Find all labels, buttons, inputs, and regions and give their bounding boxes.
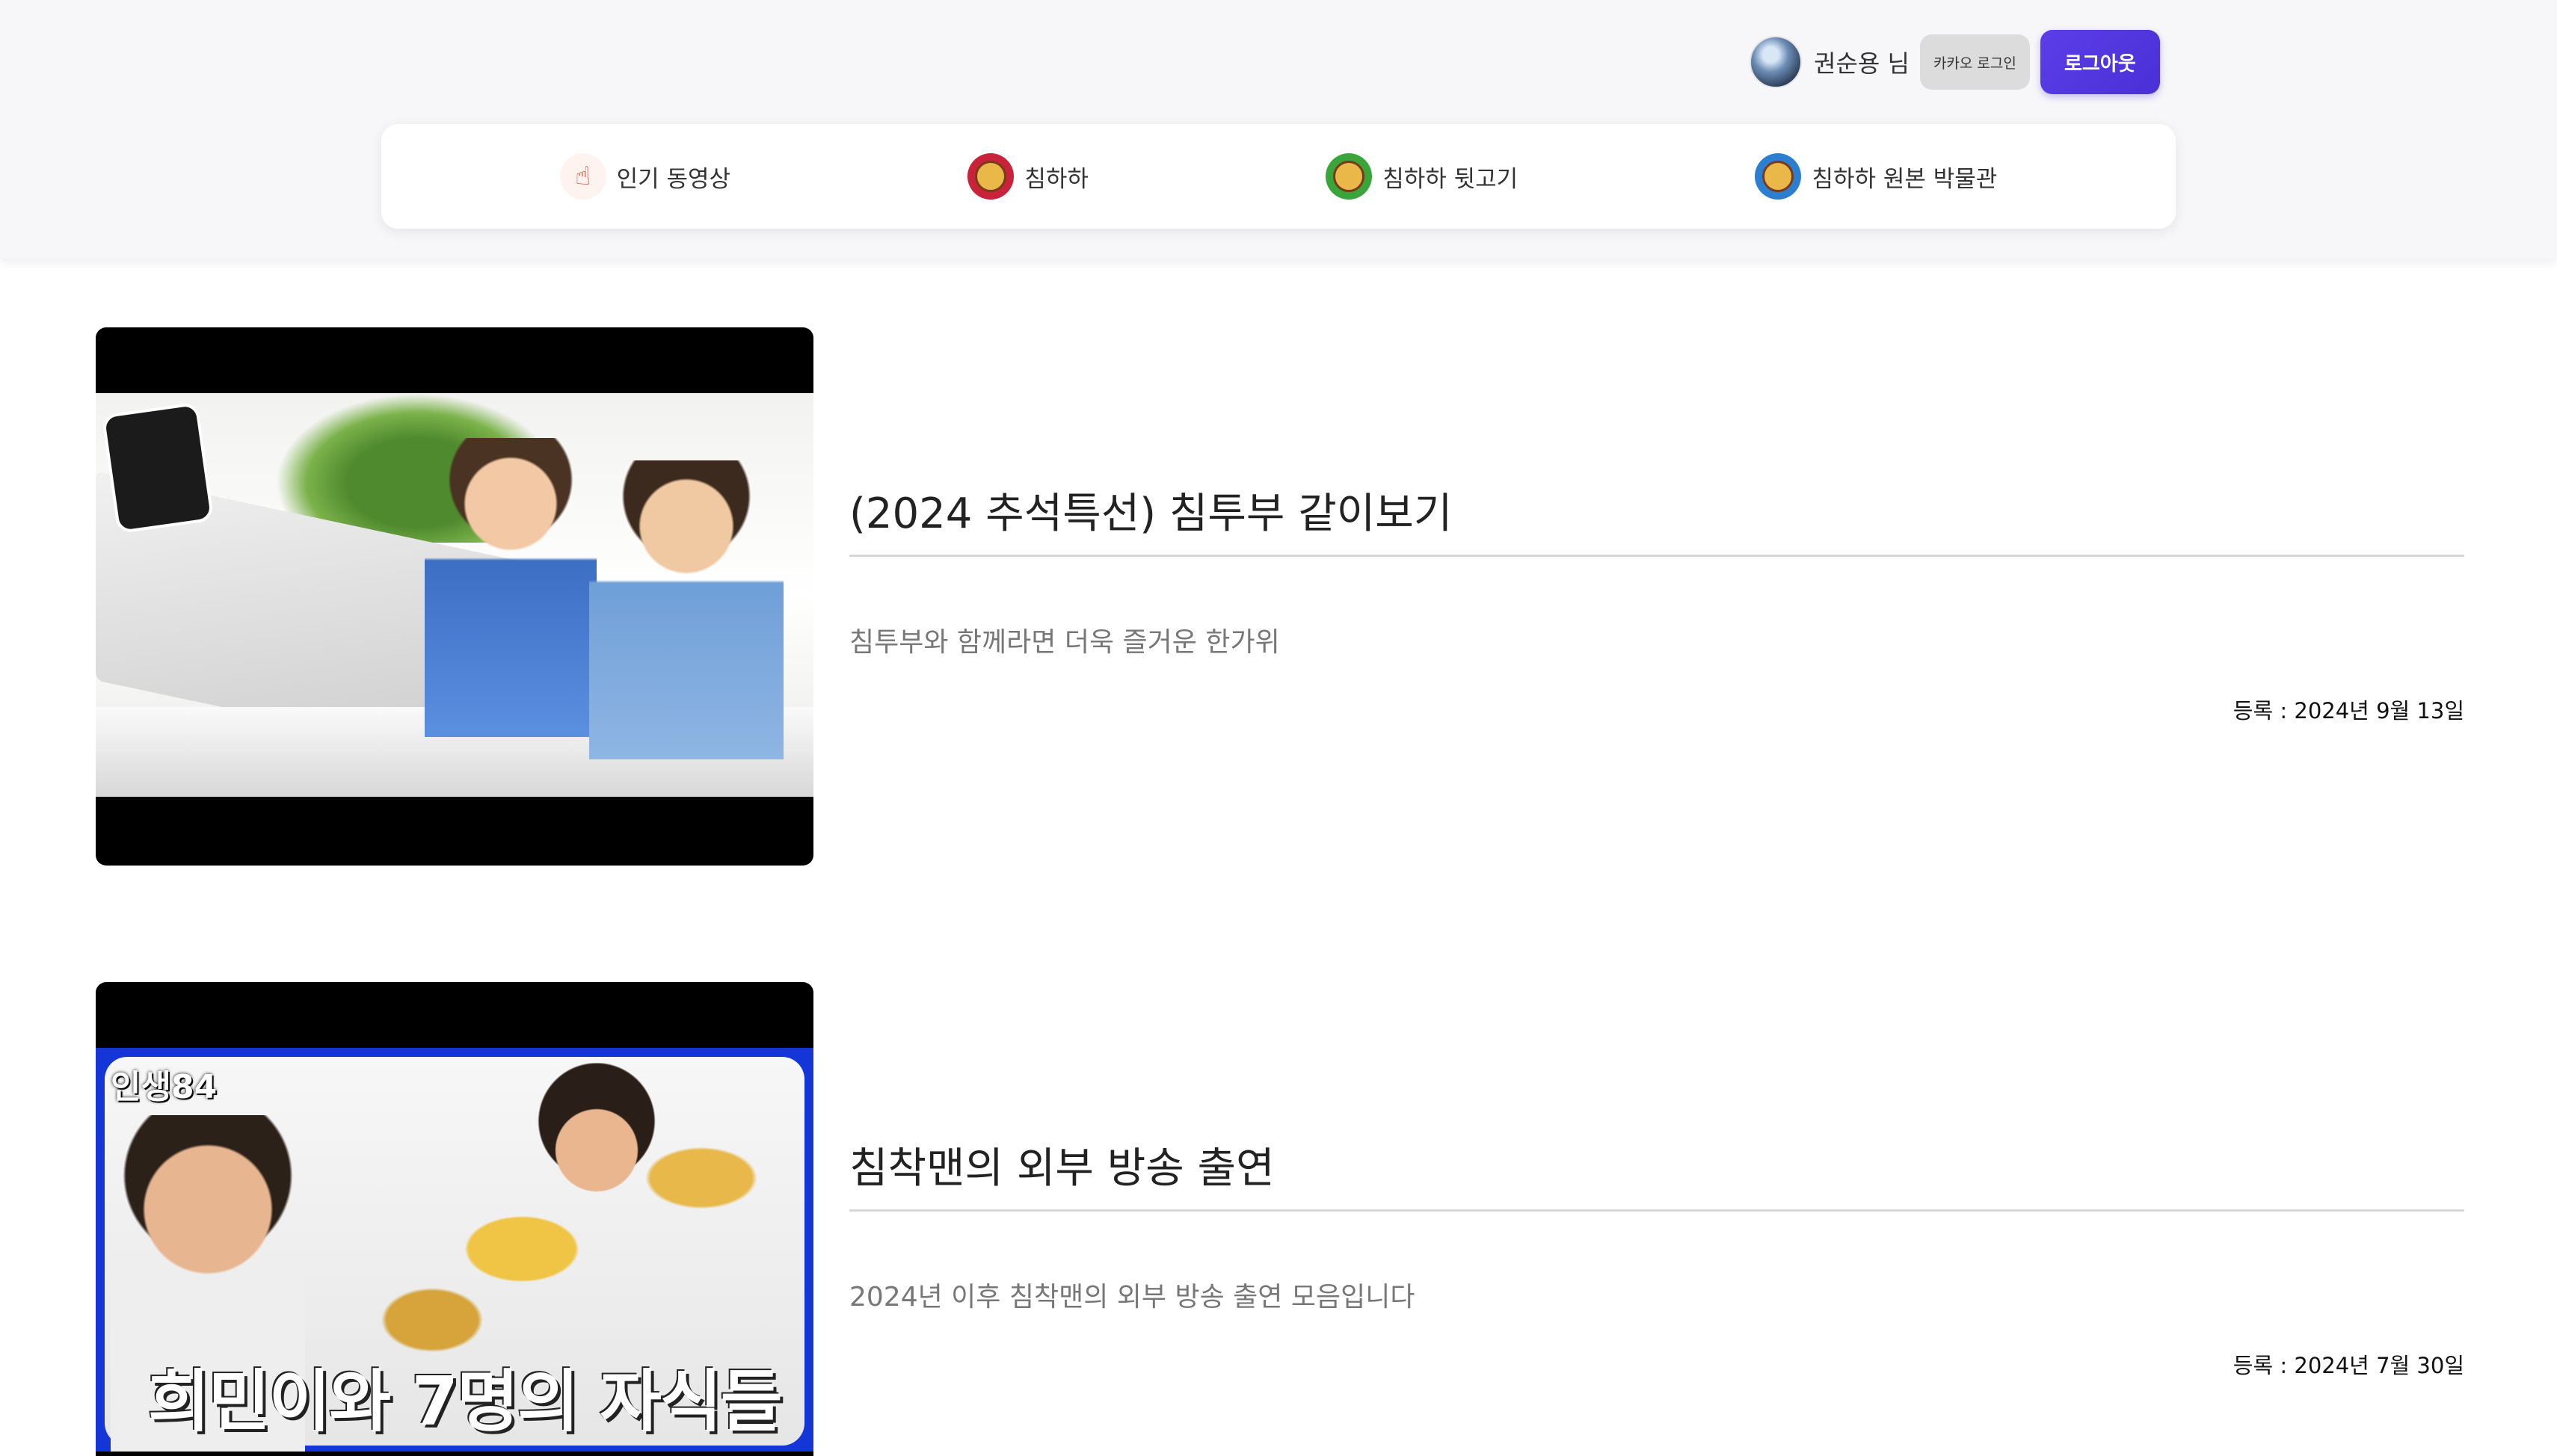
nav-item-label: 인기 동영상 <box>616 165 731 193</box>
post-description: 침투부와 함께라면 더욱 즐거운 한가위 <box>849 627 1280 658</box>
chimtubu-badge-icon <box>101 401 215 534</box>
post-title[interactable]: 침착맨의 외부 방송 출연 <box>849 1135 1275 1195</box>
person-graphic <box>589 460 784 759</box>
post-description: 2024년 이후 침착맨의 외부 방송 출연 모음입니다 <box>849 1282 1415 1312</box>
user-name: 권순용 님 <box>1814 49 1910 78</box>
post-divider <box>849 1209 2464 1212</box>
post-body: 침착맨의 외부 방송 출연 2024년 이후 침착맨의 외부 방송 출연 모음입… <box>849 982 2464 1456</box>
top-header: 권순용 님 카카오 로그인 로그아웃 ☝ 인기 동영상 침하하 침하하 뒷고기 … <box>0 0 2557 259</box>
category-nav: ☝ 인기 동영상 침하하 침하하 뒷고기 침하하 원본 박물관 <box>381 124 2176 229</box>
nav-item-label: 침하하 <box>1024 165 1089 193</box>
post-date: 등록 : 2024년 9월 13일 <box>2233 698 2464 724</box>
user-bar: 권순용 님 카카오 로그인 로그아웃 <box>1750 30 2160 94</box>
post-thumbnail[interactable] <box>96 327 813 866</box>
chimhaha-museum-icon <box>1755 153 1802 200</box>
post-body: (2024 추석특선) 침투부 같이보기 침투부와 함께라면 더욱 즐거운 한가… <box>849 327 2464 866</box>
thumbnail-image: 인생84 희민이와 7명의 자식들 <box>96 1048 813 1452</box>
nav-item-chimhaha-backmeat[interactable]: 침하하 뒷고기 <box>1326 153 1518 200</box>
nav-item-chimhaha[interactable]: 침하하 <box>967 153 1089 200</box>
logout-button[interactable]: 로그아웃 <box>2040 30 2160 94</box>
post-date: 등록 : 2024년 7월 30일 <box>2233 1353 2464 1378</box>
chimhaha-logo-icon <box>967 153 1015 200</box>
thumbnail-logo: 인생84 <box>111 1068 218 1106</box>
nav-item-popular[interactable]: ☝ 인기 동영상 <box>559 153 731 200</box>
post-thumbnail[interactable]: 인생84 희민이와 7명의 자식들 <box>96 982 813 1456</box>
pointing-hand-icon: ☝ <box>559 153 606 200</box>
nav-item-label: 침하하 원본 박물관 <box>1812 165 1998 193</box>
thumbnail-image <box>96 393 813 797</box>
post-title[interactable]: (2024 추석특선) 침투부 같이보기 <box>849 480 1452 540</box>
nav-item-chimhaha-museum[interactable]: 침하하 원본 박물관 <box>1755 153 1997 200</box>
user-avatar[interactable] <box>1750 36 1802 88</box>
kakao-login-button[interactable]: 카카오 로그인 <box>1919 34 2030 90</box>
nav-item-label: 침하하 뒷고기 <box>1382 165 1518 193</box>
post-card[interactable]: 인생84 희민이와 7명의 자식들 침착맨의 외부 방송 출연 2024년 이후… <box>96 982 2466 1456</box>
post-card[interactable]: (2024 추석특선) 침투부 같이보기 침투부와 함께라면 더욱 즐거운 한가… <box>96 327 2466 866</box>
person-graphic <box>425 438 597 737</box>
chimhaha-backmeat-icon <box>1326 153 1373 200</box>
post-divider <box>849 555 2464 557</box>
person-graphic <box>514 1063 679 1257</box>
thumbnail-caption: 희민이와 7명의 자식들 <box>148 1363 782 1441</box>
